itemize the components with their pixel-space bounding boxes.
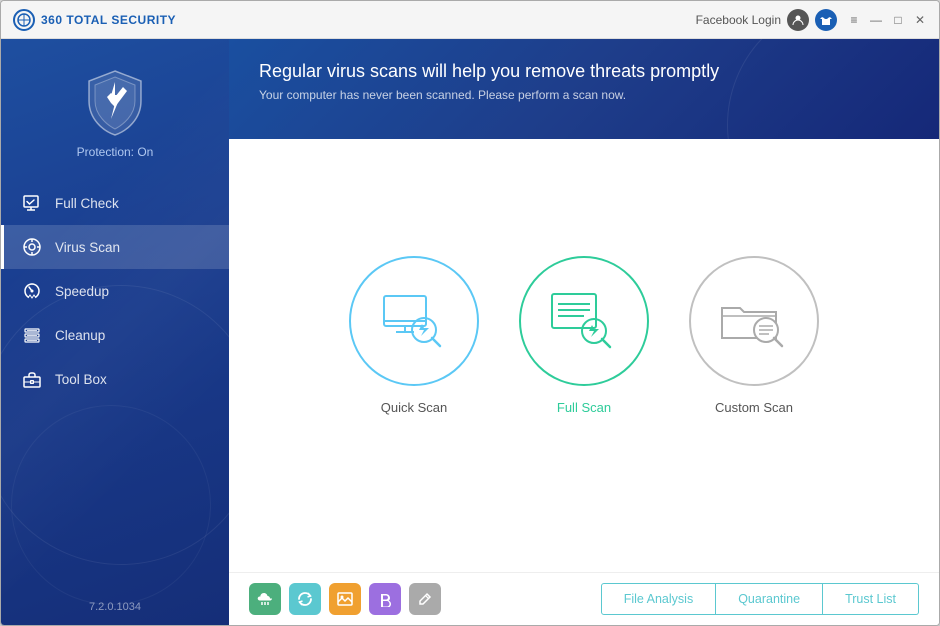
scan-area: Quick Scan [229,139,939,572]
sidebar-deco2 [11,405,211,605]
app-title: 360 TOTAL SECURITY [41,13,176,27]
menu-icon[interactable]: ≡ [847,13,861,27]
trust-list-button[interactable]: Trust List [823,583,919,615]
custom-scan-label: Custom Scan [715,400,793,415]
app-window: 360 TOTAL SECURITY Facebook Login [0,0,940,626]
maximize-button[interactable]: □ [891,13,905,27]
window-controls: ≡ — □ ✕ [847,13,927,27]
title-bar-right: Facebook Login ≡ — □ ✕ [696,9,927,31]
sidebar-item-cleanup[interactable]: Cleanup [1,313,229,357]
toolbox-label: Tool Box [55,372,107,387]
avatar-icon [815,9,837,31]
shield-icon [80,67,150,137]
custom-scan-circle[interactable] [689,256,819,386]
full-check-label: Full Check [55,196,119,211]
full-scan-circle[interactable] [519,256,649,386]
speedup-icon [21,280,43,302]
protection-status: Protection: On [77,145,154,159]
facebook-login-label: Facebook Login [696,13,781,27]
edit-tool-btn[interactable] [409,583,441,615]
speedup-label: Speedup [55,284,109,299]
close-button[interactable]: ✕ [913,13,927,27]
file-analysis-button[interactable]: File Analysis [601,583,716,615]
facebook-login-btn[interactable]: Facebook Login [696,9,837,31]
title-bar: 360 TOTAL SECURITY Facebook Login [1,1,939,39]
sidebar-version: 7.2.0.1034 [89,601,141,625]
cloud-tool-btn[interactable] [249,583,281,615]
quick-scan-label: Quick Scan [381,400,447,415]
nav-items: Full Check Virus Scan [1,181,229,401]
virus-scan-label: Virus Scan [55,240,120,255]
sidebar-item-speedup[interactable]: Speedup [1,269,229,313]
quick-scan-circle[interactable] [349,256,479,386]
custom-scan-option[interactable]: Custom Scan [689,256,819,415]
shield-container: Protection: On [77,67,154,159]
bottom-bar: File Analysis Quarantine Trust List [229,572,939,625]
banner-subtitle: Your computer has never been scanned. Pl… [259,88,909,102]
sidebar: Protection: On Full Check [1,39,229,625]
app-logo: 360 TOTAL SECURITY [13,9,176,31]
minimize-button[interactable]: — [869,13,883,27]
user-icon [787,9,809,31]
banner-title: Regular virus scans will help you remove… [259,61,909,82]
cleanup-icon [21,324,43,346]
image-tool-btn[interactable] [329,583,361,615]
full-scan-label: Full Scan [557,400,611,415]
toolbox-icon [21,368,43,390]
cleanup-label: Cleanup [55,328,105,343]
refresh-tool-btn[interactable] [289,583,321,615]
quick-scan-option[interactable]: Quick Scan [349,256,479,415]
right-panel: Regular virus scans will help you remove… [229,39,939,625]
title-bar-left: 360 TOTAL SECURITY [13,9,176,31]
bottom-actions: File Analysis Quarantine Trust List [601,583,919,615]
sidebar-item-toolbox[interactable]: Tool Box [1,357,229,401]
bold-tool-btn[interactable] [369,583,401,615]
virus-scan-icon [21,236,43,258]
full-scan-option[interactable]: Full Scan [519,256,649,415]
sidebar-item-full-check[interactable]: Full Check [1,181,229,225]
scan-options: Quick Scan [349,256,819,415]
logo-icon [13,9,35,31]
banner: Regular virus scans will help you remove… [229,39,939,139]
quarantine-button[interactable]: Quarantine [716,583,823,615]
full-check-icon [21,192,43,214]
sidebar-item-virus-scan[interactable]: Virus Scan [1,225,229,269]
main-content: Protection: On Full Check [1,39,939,625]
